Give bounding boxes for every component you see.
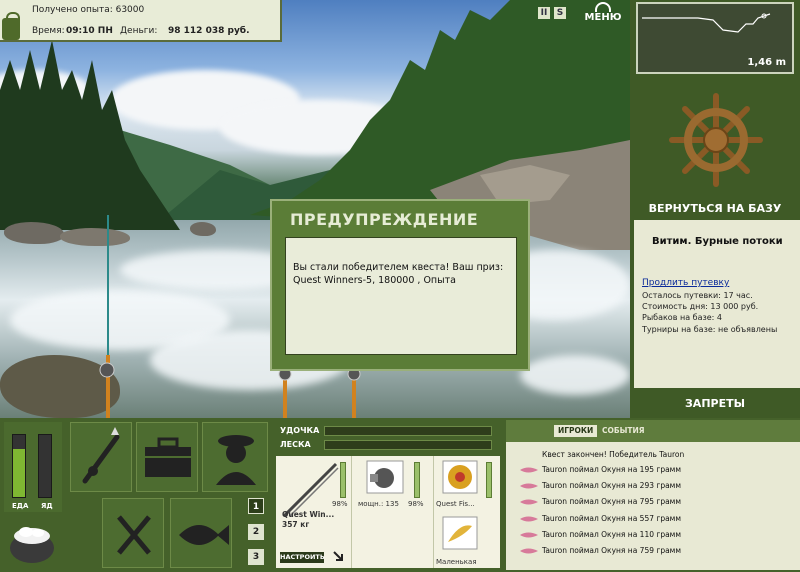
pause-button[interactable]: II: [538, 7, 550, 19]
setup-button[interactable]: НАСТРОИТЬ: [280, 552, 325, 563]
rod-tension-gauge: [324, 426, 492, 436]
event-text: Tauron поймал Окуня на 557 грамм: [542, 514, 681, 523]
event-text: Tauron поймал Окуня на 110 грамм: [542, 530, 681, 539]
fish-cage-button[interactable]: [170, 498, 232, 568]
events-panel: ИГРОКИ СОБЫТИЯ Квест закончен! Победител…: [506, 420, 800, 570]
event-text: Tauron поймал Окуня на 293 грамм: [542, 481, 681, 490]
permit-remaining: Осталось путевки: 17 час.: [642, 291, 753, 300]
page-1-button[interactable]: 1: [248, 498, 264, 514]
events-tabs: ИГРОКИ СОБЫТИЯ: [506, 420, 800, 442]
lure-icon: [520, 499, 538, 505]
event-text: Tauron поймал Окуня на 759 грамм: [542, 546, 681, 555]
depth-graph: 1,46 m: [636, 2, 794, 74]
line-spool-image: [442, 460, 478, 494]
lure-image: [442, 516, 478, 550]
day-cost: Стоимость дня: 13 000 руб.: [642, 302, 759, 311]
tab-players[interactable]: ИГРОКИ: [554, 425, 598, 437]
ship-wheel-icon[interactable]: [668, 92, 764, 188]
page-2-button[interactable]: 2: [248, 524, 264, 540]
tackle-slots: 98% Quest Win... 357 кг НАСТРОИТЬ мощн.:…: [276, 456, 500, 568]
reel-wear-bar: [414, 462, 420, 498]
reel-percent: 98%: [408, 500, 424, 508]
lure-icon: [520, 467, 538, 473]
lure-name: Маленькая: [436, 558, 477, 566]
experience-label: Получено опыта: 63000: [32, 5, 145, 15]
rod-slot[interactable]: 98% Quest Win... 357 кг НАСТРОИТЬ: [276, 456, 352, 568]
tournaments-status: Турниры на базе: не объявлены: [642, 325, 778, 334]
bottom-bar: ЕДА ЯД 1 2 3 УДОЧКА ЛЕСКА 98% Quest Win.…: [0, 418, 800, 572]
event-quest-finished: Квест закончен! Победитель Tauron: [542, 450, 685, 459]
lure-icon: [520, 483, 538, 489]
rock: [4, 222, 64, 244]
info-bar: Получено опыта: 63000 Время: 09:10 ПН Де…: [0, 0, 282, 42]
dialog-title: ПРЕДУПРЕЖДЕНИЕ: [290, 210, 479, 229]
rod-icon: [82, 427, 120, 484]
fish-icon: [179, 525, 229, 545]
lure-icon: [520, 548, 538, 554]
poison-label: ЯД: [41, 502, 53, 510]
warning-dialog[interactable]: ПРЕДУПРЕЖДЕНИЕ Вы стали победителем квес…: [270, 199, 530, 371]
money-label: Деньги:: [120, 26, 158, 36]
rod-percent: 98%: [332, 500, 348, 508]
rod-weight: 357 кг: [282, 520, 310, 529]
menu-button[interactable]: МЕНЮ: [582, 2, 624, 26]
kettle-icon[interactable]: [6, 514, 58, 566]
gear-icon: [595, 2, 611, 12]
left-forest: [0, 40, 180, 230]
water-foam: [520, 355, 630, 395]
rod-tools-button[interactable]: [70, 422, 132, 492]
fishing-rod[interactable]: [90, 215, 120, 418]
sound-button[interactable]: S: [554, 7, 566, 19]
lure-icon: [520, 532, 538, 538]
poison-bar: [38, 434, 52, 498]
line-name: Quest Fis...: [436, 500, 475, 508]
knife-fork-icon: [117, 515, 151, 555]
food-bar: [12, 434, 26, 498]
time-label: Время:: [32, 26, 65, 36]
right-panel: 1,46 m ВЕРНУТЬСЯ НА БАЗУ Витим. Бурные п…: [630, 0, 800, 418]
menu-label: МЕНЮ: [584, 12, 622, 23]
line-wear-bar: [486, 462, 492, 498]
page-3-button[interactable]: 3: [248, 549, 264, 565]
food-fill: [13, 448, 25, 497]
tackle-box-button[interactable]: [136, 422, 198, 492]
lock-icon[interactable]: [2, 12, 20, 40]
event-text: Tauron поймал Окуня на 795 грамм: [542, 497, 681, 506]
line-tension-gauge: [324, 440, 492, 450]
rock: [190, 222, 216, 236]
status-bars: ЕДА ЯД: [4, 422, 62, 512]
rod-name: Quest Win...: [282, 510, 335, 519]
reel-slot[interactable]: мощн.: 135 98%: [352, 456, 434, 568]
tackle-panel: УДОЧКА ЛЕСКА 98% Quest Win... 357 кг НАС…: [276, 420, 500, 570]
event-text: Tauron поймал Окуня на 195 грамм: [542, 465, 681, 474]
money-value: 98 112 038 руб.: [168, 26, 250, 36]
location-info: Витим. Бурные потоки Продлить путевку Ос…: [634, 220, 800, 388]
character-button[interactable]: [202, 422, 268, 492]
depth-value: 1,46 m: [747, 57, 786, 68]
reel-power: мощн.: 135: [358, 500, 399, 508]
arrow-down-right-icon[interactable]: [332, 550, 346, 564]
tackle-box-icon: [145, 437, 191, 477]
lure-icon: [520, 516, 538, 522]
time-value: 09:10 ПН: [66, 26, 113, 36]
top-icons: II S: [538, 4, 566, 22]
fishers-count: Рыбаков на базе: 4: [642, 313, 722, 322]
return-to-base-button[interactable]: ВЕРНУТЬСЯ НА БАЗУ: [630, 198, 800, 220]
cooking-button[interactable]: [102, 498, 164, 568]
bans-button[interactable]: ЗАПРЕТЫ: [630, 392, 800, 416]
extend-permit-link[interactable]: Продлить путевку: [642, 278, 729, 288]
dialog-message: Вы стали победителем квеста! Ваш приз: Q…: [285, 237, 517, 355]
tab-events[interactable]: СОБЫТИЯ: [598, 425, 649, 437]
line-gauge-label: ЛЕСКА: [280, 440, 311, 449]
reel-image: [366, 460, 404, 494]
fisherman-icon: [216, 435, 256, 485]
rod-gauge-label: УДОЧКА: [280, 426, 320, 435]
location-name: Витим. Бурные потоки: [652, 236, 783, 247]
line-lure-slot[interactable]: Quest Fis... Маленькая: [434, 456, 500, 568]
rod-wear-bar: [340, 462, 346, 498]
food-label: ЕДА: [12, 502, 29, 510]
